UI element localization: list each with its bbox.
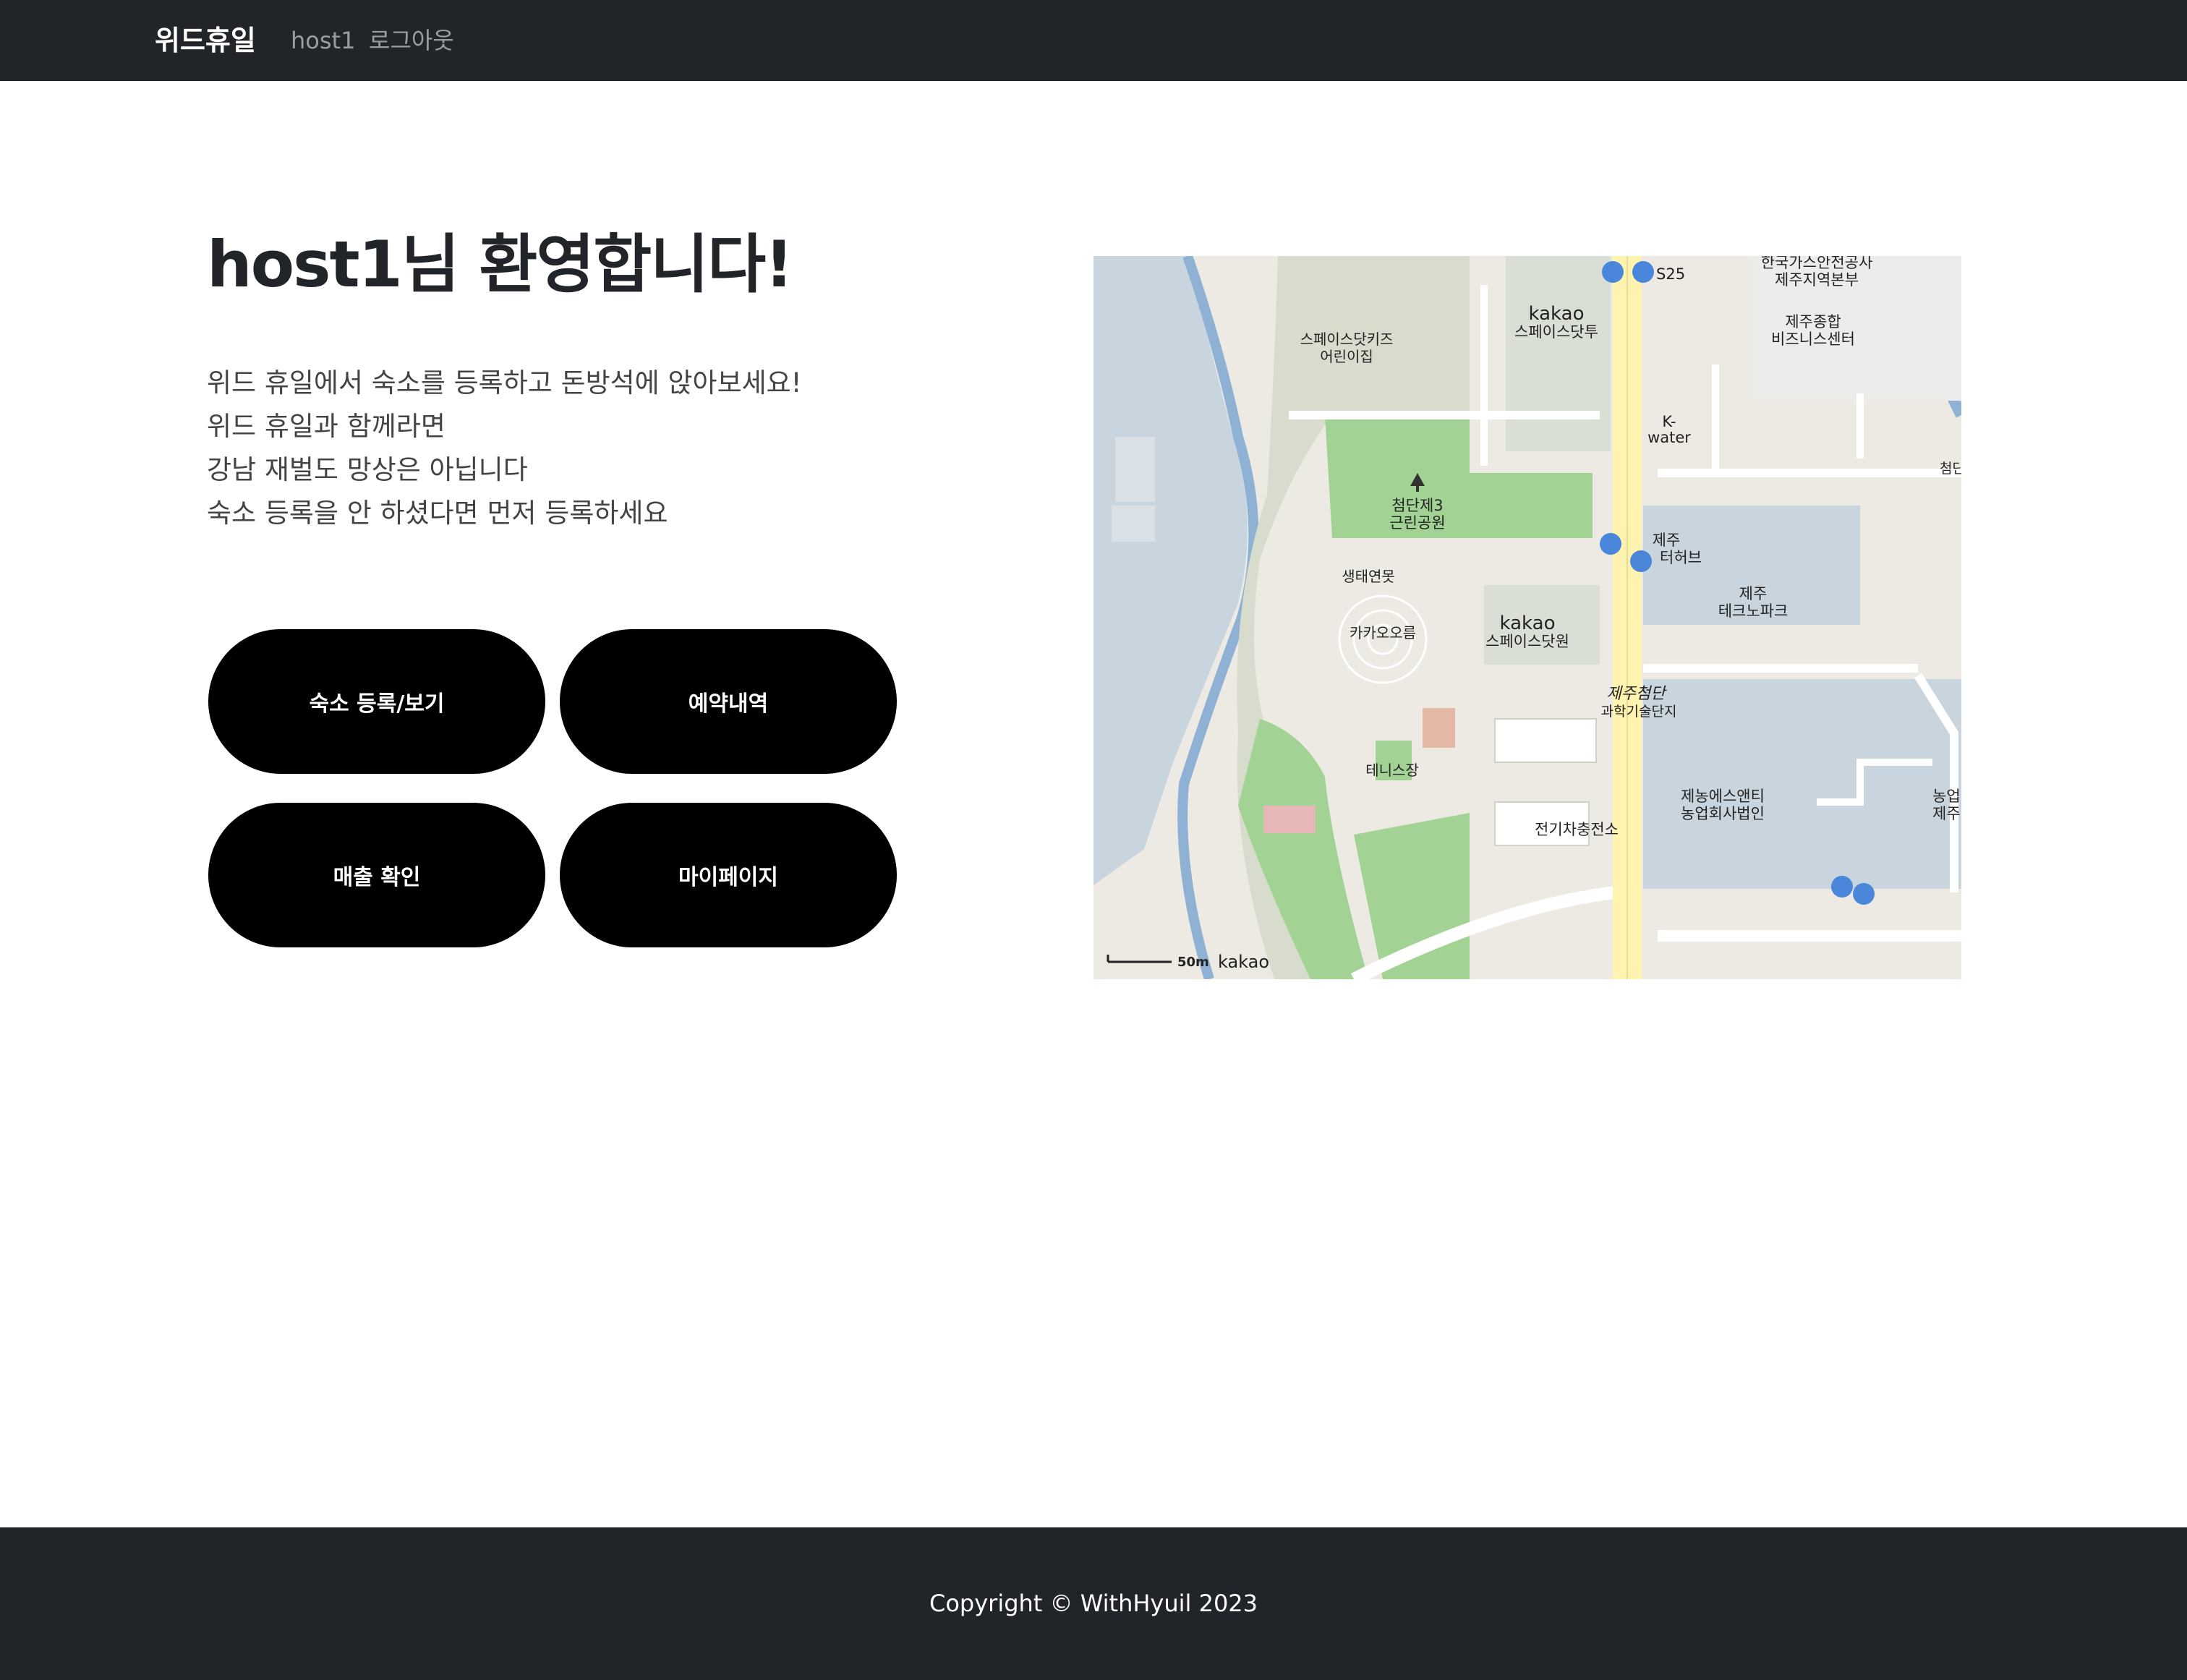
bus-stop-icon[interactable]: [1602, 261, 1624, 283]
intro-line: 숙소 등록을 안 하셨다면 먼저 등록하세요: [207, 498, 668, 529]
map-court: [1263, 806, 1316, 833]
map-label-technopark-sub[interactable]: 테크노파크: [1718, 602, 1789, 620]
map-canvas[interactable]: 스페이스닷키즈 어린이집 kakao 스페이스닷투 한국가스안전공사 제주지역본…: [1094, 256, 1961, 979]
map-label-hub-sub[interactable]: 터허브: [1660, 549, 1702, 566]
map-label-ev-charging[interactable]: 전기차충전소: [1535, 821, 1619, 838]
map-label-s25[interactable]: S25: [1656, 265, 1685, 283]
map-block: [1112, 506, 1155, 542]
map-label-kwater-sub[interactable]: water: [1647, 429, 1691, 446]
reservations-button[interactable]: 예약내역: [560, 629, 897, 774]
map-label-pond[interactable]: 생태연못: [1342, 568, 1395, 585]
bus-stop-icon[interactable]: [1632, 261, 1654, 283]
map-view[interactable]: 스페이스닷키즈 어린이집 kakao 스페이스닷투 한국가스안전공사 제주지역본…: [1094, 256, 1961, 979]
map-park-green: [1470, 473, 1593, 538]
register-lodging-button[interactable]: 숙소 등록/보기: [208, 629, 545, 774]
map-label-park-sub[interactable]: 근린공원: [1389, 514, 1445, 532]
logout-link[interactable]: 로그아웃: [369, 22, 454, 59]
intro-line: 위드 휴일과 함께라면: [207, 411, 446, 442]
map-label-district[interactable]: 제주첨단: [1607, 685, 1668, 703]
map-parking: [1494, 718, 1597, 763]
map-label-edge-top[interactable]: 첨단: [1940, 461, 1961, 477]
page-title: host1님 환영합니다!: [207, 227, 793, 302]
map-label-tennis[interactable]: 테니스장: [1365, 762, 1419, 779]
copyright-text: Copyright © WithHyuil 2023: [929, 1590, 1258, 1617]
map-label-agri[interactable]: 제농에스앤티: [1681, 788, 1765, 805]
map-label-edge[interactable]: 농업: [1932, 788, 1961, 805]
map-label-agri-sub[interactable]: 농업회사법인: [1681, 805, 1765, 822]
map-label-gas-safety[interactable]: 한국가스안전공사: [1761, 256, 1873, 271]
map-label-biz-center[interactable]: 제주종합: [1785, 313, 1841, 331]
map-label-kwater[interactable]: K-: [1662, 413, 1676, 430]
map-block: [1506, 256, 1611, 451]
map-label-kakao-one-sub[interactable]: 스페이스닷원: [1485, 633, 1569, 650]
bus-stop-icon[interactable]: [1630, 550, 1652, 572]
bus-stop-icon[interactable]: [1600, 533, 1621, 555]
map-label-technopark[interactable]: 제주: [1739, 585, 1768, 602]
top-navbar: 위드휴일 host1 로그아웃: [0, 0, 2187, 81]
bus-stop-icon[interactable]: [1853, 883, 1875, 905]
map-label-edge-sub[interactable]: 제주: [1932, 805, 1961, 822]
mypage-button[interactable]: 마이페이지: [560, 803, 897, 947]
map-scale-label: 50m: [1177, 955, 1209, 970]
brand-logo[interactable]: 위드휴일: [155, 20, 256, 61]
nav-user-link[interactable]: host1: [291, 22, 355, 59]
map-label-daycare[interactable]: 어린이집: [1320, 348, 1373, 365]
map-provider-logo[interactable]: kakao: [1218, 952, 1269, 972]
map-label-oreum[interactable]: 카카오오름: [1350, 624, 1416, 641]
intro-text: 위드 휴일에서 숙소를 등록하고 돈방석에 앉아보세요! 위드 휴일과 함께라면…: [207, 362, 1075, 535]
map-block: [1643, 679, 1961, 889]
sales-button[interactable]: 매출 확인: [208, 803, 545, 947]
tree-icon-trunk: [1416, 486, 1419, 492]
map-label-biz-center-sub[interactable]: 비즈니스센터: [1771, 331, 1855, 348]
map-label-park[interactable]: 첨단제3: [1391, 497, 1443, 514]
map-label-space-kids[interactable]: 스페이스닷키즈: [1300, 331, 1394, 348]
map-block: [1115, 437, 1155, 502]
page-footer: Copyright © WithHyuil 2023: [0, 1527, 2187, 1680]
map-label-district-sub[interactable]: 과학기술단지: [1601, 704, 1677, 720]
map-label-kakao-two[interactable]: kakao: [1529, 303, 1585, 325]
intro-line: 강남 재벌도 망상은 아닙니다: [207, 454, 528, 485]
map-label-kakao-two-sub[interactable]: 스페이스닷투: [1514, 323, 1598, 341]
bus-stop-icon[interactable]: [1831, 876, 1853, 897]
map-label-kakao-one[interactable]: kakao: [1500, 613, 1556, 634]
map-plaza: [1423, 708, 1455, 748]
intro-line: 위드 휴일에서 숙소를 등록하고 돈방석에 앉아보세요!: [207, 367, 802, 398]
map-label-gas-safety-sub[interactable]: 제주지역본부: [1775, 271, 1859, 289]
map-label-hub[interactable]: 제주: [1653, 532, 1681, 549]
